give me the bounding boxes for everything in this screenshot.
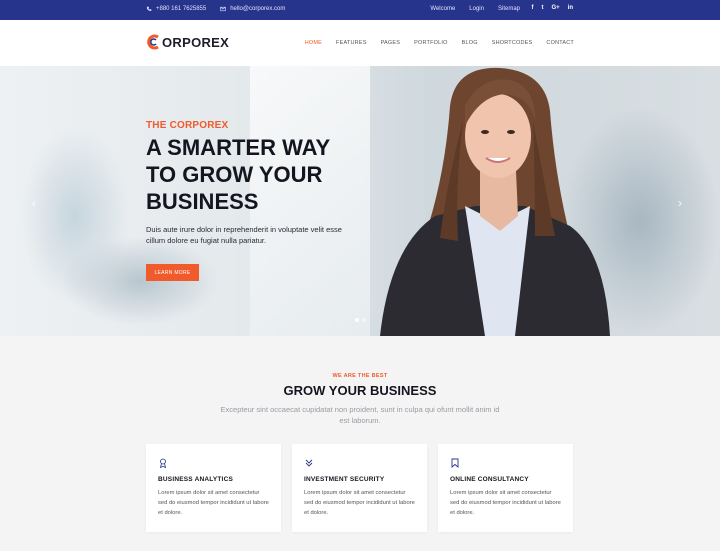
facebook-icon[interactable]: f [531, 5, 533, 11]
hero-title: A SMARTER WAY TO GROW YOUR BUSINESS [146, 135, 330, 214]
card-title: BUSINESS ANALYTICS [158, 476, 233, 483]
nav-item-blog[interactable]: BLOG [462, 40, 478, 46]
nav-item-shortcodes[interactable]: SHORTCODES [492, 40, 533, 46]
service-card-online-consultancy[interactable]: ONLINE CONSULTANCY Lorem ipsum dolor sit… [438, 444, 573, 532]
background-blur [60, 236, 220, 326]
email-contact[interactable]: hello@corporex.com [220, 6, 285, 12]
envelope-icon [220, 6, 226, 12]
sitemap-link[interactable]: Sitemap [498, 6, 520, 12]
logo-c-icon [147, 34, 159, 50]
card-text: Lorem ipsum dolor sit amet consectetur s… [304, 490, 415, 516]
slider-dot-2[interactable] [362, 318, 366, 322]
email-address: hello@corporex.com [230, 6, 286, 12]
award-icon [159, 458, 167, 468]
chevron-right-icon[interactable]: › [678, 196, 682, 210]
card-title: ONLINE CONSULTANCY [450, 476, 529, 483]
bookmark-icon [451, 458, 459, 468]
linkedin-icon[interactable]: in [568, 5, 573, 11]
hero-slider: THE CORPOREX A SMARTER WAY TO GROW YOUR … [0, 66, 720, 336]
card-text: Lorem ipsum dolor sit amet consectetur s… [450, 490, 561, 516]
welcome-link[interactable]: Welcome [430, 6, 455, 12]
site-header: ORPOREX HOME FEATURES PAGES PORTFOLIO BL… [0, 20, 720, 66]
nav-item-home[interactable]: HOME [305, 40, 322, 46]
logo-text: ORPOREX [162, 34, 230, 50]
chevrons-down-icon [305, 459, 313, 467]
main-nav: HOME FEATURES PAGES PORTFOLIO BLOG SHORT… [305, 40, 574, 46]
phone-number: +880 161 7625855 [156, 6, 207, 12]
chevron-left-icon[interactable]: ‹ [32, 196, 36, 210]
phone-icon [146, 6, 152, 11]
hero-subtitle: THE CORPOREX [146, 120, 229, 131]
section-eyebrow: WE ARE THE BEST [332, 373, 388, 379]
nav-item-portfolio[interactable]: PORTFOLIO [414, 40, 447, 46]
slider-dots [355, 318, 366, 322]
slider-dot-1[interactable] [355, 318, 359, 322]
section-title: GROW YOUR BUSINESS [283, 383, 437, 398]
nav-item-features[interactable]: FEATURES [336, 40, 367, 46]
nav-item-pages[interactable]: PAGES [381, 40, 401, 46]
logo[interactable]: ORPOREX [146, 34, 229, 50]
google-plus-icon[interactable]: G+ [551, 5, 559, 11]
top-bar: +880 161 7625855 hello@corporex.com Welc… [0, 0, 720, 20]
twitter-icon[interactable]: t [541, 5, 543, 11]
hero-description: Duis aute irure dolor in reprehenderit i… [146, 225, 342, 245]
card-text: Lorem ipsum dolor sit amet consectetur s… [158, 490, 269, 516]
login-link[interactable]: Login [469, 6, 484, 12]
nav-item-contact[interactable]: CONTACT [546, 40, 574, 46]
learn-more-button[interactable]: LEARN MORE [146, 264, 199, 281]
service-card-business-analytics[interactable]: BUSINESS ANALYTICS Lorem ipsum dolor sit… [146, 444, 281, 532]
services-section: WE ARE THE BEST GROW YOUR BUSINESS Excep… [0, 336, 720, 551]
phone-contact[interactable]: +880 161 7625855 [146, 6, 206, 12]
card-title: INVESTMENT SECURITY [304, 476, 385, 483]
service-card-investment-security[interactable]: INVESTMENT SECURITY Lorem ipsum dolor si… [292, 444, 427, 532]
hero-person-image [380, 67, 610, 336]
section-description: Excepteur sint occaecat cupidatat non pr… [220, 405, 500, 425]
